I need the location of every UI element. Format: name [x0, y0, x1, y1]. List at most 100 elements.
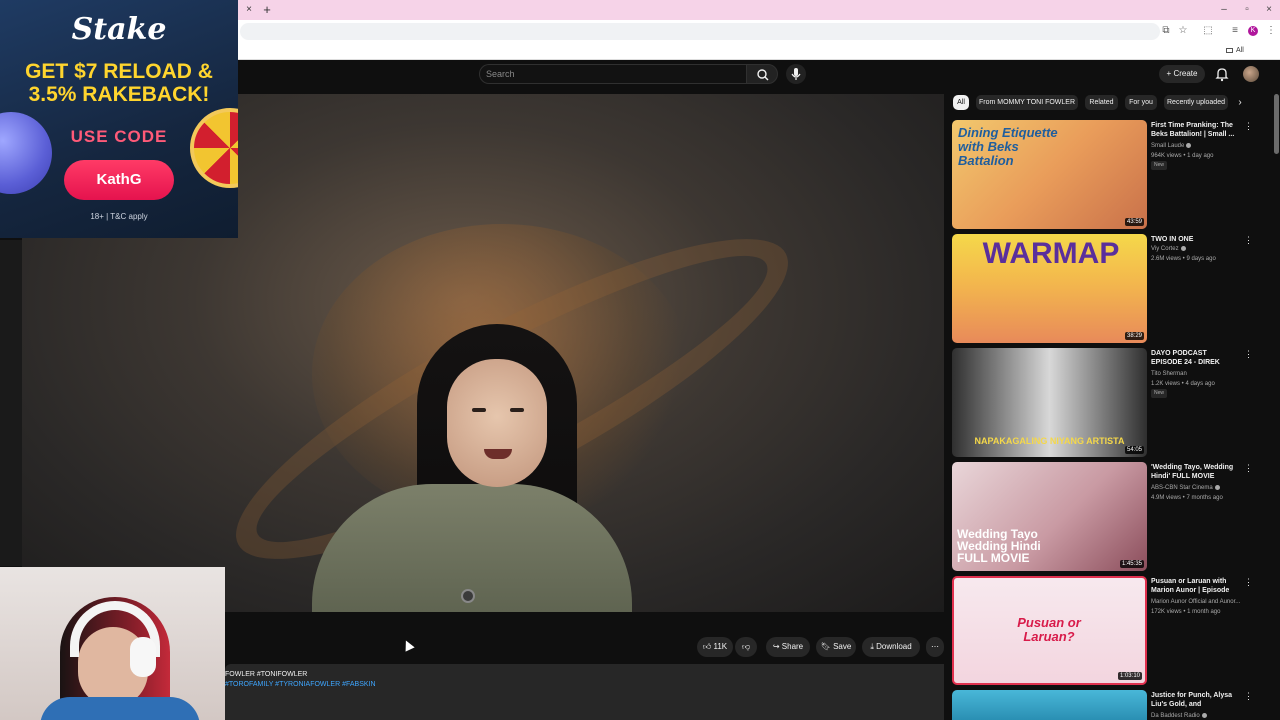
- streamer-shirt: [40, 697, 200, 720]
- channel-name[interactable]: Marion Aunor Official and Aunor...: [1151, 598, 1243, 606]
- video-meta: 4.9M views • 7 months ago: [1151, 495, 1223, 501]
- ad-code-button[interactable]: KathG: [64, 160, 174, 200]
- share-button[interactable]: ↪ Share: [766, 637, 810, 657]
- description-tags-line: FOWLER #TONIFOWLER: [225, 671, 308, 678]
- video-thumbnail[interactable]: WARMAP 38:29: [952, 234, 1147, 343]
- search-button[interactable]: [746, 64, 778, 84]
- presenter-eye: [510, 408, 524, 412]
- channel-name[interactable]: ABS-CBN Star Cinema: [1151, 484, 1243, 492]
- tab-close-icon[interactable]: ×: [243, 4, 255, 16]
- thumbnail-text: Dining Etiquette with Beks Battalion: [958, 125, 1058, 168]
- chip-for-you[interactable]: For you: [1125, 95, 1157, 110]
- bookmark-icon: 🔖︎: [820, 642, 834, 651]
- thumbs-down-icon: 👎︎: [741, 642, 751, 651]
- channel-name-text: ABS-CBN Star Cinema: [1151, 485, 1213, 491]
- verified-icon: [1214, 484, 1220, 490]
- create-button[interactable]: + Create: [1159, 65, 1205, 83]
- new-tab-button[interactable]: +: [261, 3, 273, 17]
- streamer-webcam-overlay: [0, 567, 225, 720]
- dislike-button[interactable]: 👎︎: [735, 637, 757, 657]
- video-menu-icon[interactable]: ⋮: [1244, 462, 1253, 474]
- all-bookmarks-link[interactable]: All Bookmarks: [1226, 44, 1280, 68]
- tab-search-icon[interactable]: ≡: [1228, 24, 1242, 38]
- chip-recently-uploaded[interactable]: Recently uploaded: [1164, 95, 1228, 110]
- search-input[interactable]: [486, 64, 736, 84]
- video-thumbnail[interactable]: Pusuan or Laruan? 1:03:10: [952, 576, 1147, 685]
- channel-name[interactable]: Tito Sherman: [1151, 370, 1243, 378]
- verified-icon: [1201, 712, 1207, 718]
- more-actions-button[interactable]: ⋯: [926, 637, 944, 657]
- download-label: Download: [876, 642, 912, 651]
- video-duration: 43:59: [1124, 218, 1144, 226]
- headphones-earcup: [130, 637, 156, 677]
- save-button[interactable]: 🔖︎ Save: [816, 637, 856, 657]
- channel-name[interactable]: Viy Cortez: [1151, 245, 1243, 253]
- video-menu-icon[interactable]: ⋮: [1244, 576, 1253, 588]
- video-title[interactable]: Pusuan or Laruan with Marion Aunor | Epi…: [1151, 577, 1239, 595]
- like-count: 11K: [713, 642, 728, 651]
- search-icon: [757, 69, 769, 81]
- video-thumbnail[interactable]: Dining Etiquette with Beks Battalion 43:…: [952, 120, 1147, 229]
- left-gutter: [0, 240, 22, 566]
- bookmark-star-icon[interactable]: ☆: [1176, 24, 1190, 38]
- omnibox[interactable]: [240, 23, 1160, 40]
- video-title[interactable]: 'Wedding Tayo, Wedding Hindi' FULL MOVIE…: [1151, 463, 1239, 481]
- video-menu-icon[interactable]: ⋮: [1244, 348, 1253, 360]
- download-button[interactable]: ⤓ Download: [862, 637, 920, 657]
- video-meta: 964K views • 1 day ago: [1151, 153, 1214, 159]
- channel-name-text: Da Baddest Radio: [1151, 713, 1200, 719]
- mouse-cursor-icon: [401, 638, 415, 652]
- channel-name-text: Marion Aunor Official and Aunor...: [1151, 599, 1241, 605]
- channel-name-text: Viy Cortez: [1151, 246, 1179, 252]
- video-thumbnail[interactable]: Wedding Tayo Wedding Hindi FULL MOVIE 1:…: [952, 462, 1147, 571]
- ad-headline: GET $7 RELOAD & 3.5% RAKEBACK!: [25, 60, 213, 106]
- page-scrollbar[interactable]: [1274, 94, 1279, 154]
- video-title[interactable]: First Time Pranking: The Beks Battalion!…: [1151, 121, 1239, 139]
- video-title[interactable]: DAYO PODCAST EPISODE 24 - DIREK BENEDICT…: [1151, 349, 1239, 367]
- browser-profile-avatar[interactable]: K: [1248, 26, 1258, 36]
- channel-name-text: Tito Sherman: [1151, 371, 1187, 377]
- voice-search-button[interactable]: [786, 64, 806, 84]
- window-close-icon[interactable]: ×: [1261, 3, 1277, 17]
- video-title[interactable]: Justice for Punch, Alysa Liu's Gold, and…: [1151, 691, 1239, 709]
- video-duration: 38:29: [1124, 332, 1144, 340]
- verified-icon: [1180, 245, 1186, 251]
- account-avatar[interactable]: [1243, 66, 1259, 82]
- zipper-pull: [461, 589, 475, 603]
- chip-all[interactable]: All: [953, 95, 969, 110]
- chip-related[interactable]: Related: [1085, 95, 1118, 110]
- video-menu-icon[interactable]: ⋮: [1244, 120, 1253, 132]
- video-meta: 172K views • 1 month ago: [1151, 609, 1221, 615]
- description-hashtag-links[interactable]: #TOROFAMILY #TYRONIAFOWLER #FABSKIN: [225, 681, 376, 688]
- video-menu-icon[interactable]: ⋮: [1244, 690, 1253, 702]
- video-meta: 1.2K views • 4 days ago: [1151, 381, 1215, 387]
- extensions-icon[interactable]: ⬚: [1201, 24, 1215, 38]
- cast-icon[interactable]: ⧉: [1159, 24, 1173, 38]
- minimize-icon[interactable]: –: [1216, 3, 1232, 17]
- bell-icon: [1215, 68, 1229, 82]
- verified-icon: [1186, 142, 1192, 148]
- folder-icon: [1226, 47, 1233, 53]
- channel-name[interactable]: Small Laude: [1151, 142, 1243, 150]
- restore-icon[interactable]: ▫: [1239, 3, 1255, 17]
- ad-logo: Stake: [71, 12, 167, 47]
- notifications-button[interactable]: [1214, 66, 1230, 82]
- video-thumbnail[interactable]: NAPAKAGALING NIYANG ARTISTA 54:05: [952, 348, 1147, 457]
- more-horizontal-icon: ⋯: [931, 642, 939, 651]
- channel-name[interactable]: Da Baddest Radio: [1151, 712, 1243, 720]
- chip-from-channel[interactable]: From MOMMY TONI FOWLER: [976, 95, 1078, 110]
- stake-ad-overlay[interactable]: Stake GET $7 RELOAD & 3.5% RAKEBACK! USE…: [0, 0, 238, 238]
- save-label: Save: [833, 642, 852, 651]
- ad-ball-graphic: [0, 112, 52, 194]
- microphone-icon: [791, 68, 801, 80]
- like-button[interactable]: 👍︎ 11K: [697, 637, 733, 657]
- presenter-face: [447, 359, 547, 487]
- thumbnail-text: WARMAP: [982, 237, 1120, 270]
- video-title[interactable]: TWO IN ONE: [1151, 235, 1239, 244]
- video-meta: 2.6M views • 9 days ago: [1151, 256, 1216, 262]
- video-thumbnail[interactable]: [952, 690, 1147, 720]
- browser-menu-icon[interactable]: ⋮: [1264, 24, 1278, 38]
- video-menu-icon[interactable]: ⋮: [1244, 234, 1253, 246]
- chevron-right-icon[interactable]: ›: [1234, 96, 1246, 110]
- description-panel[interactable]: [225, 664, 944, 720]
